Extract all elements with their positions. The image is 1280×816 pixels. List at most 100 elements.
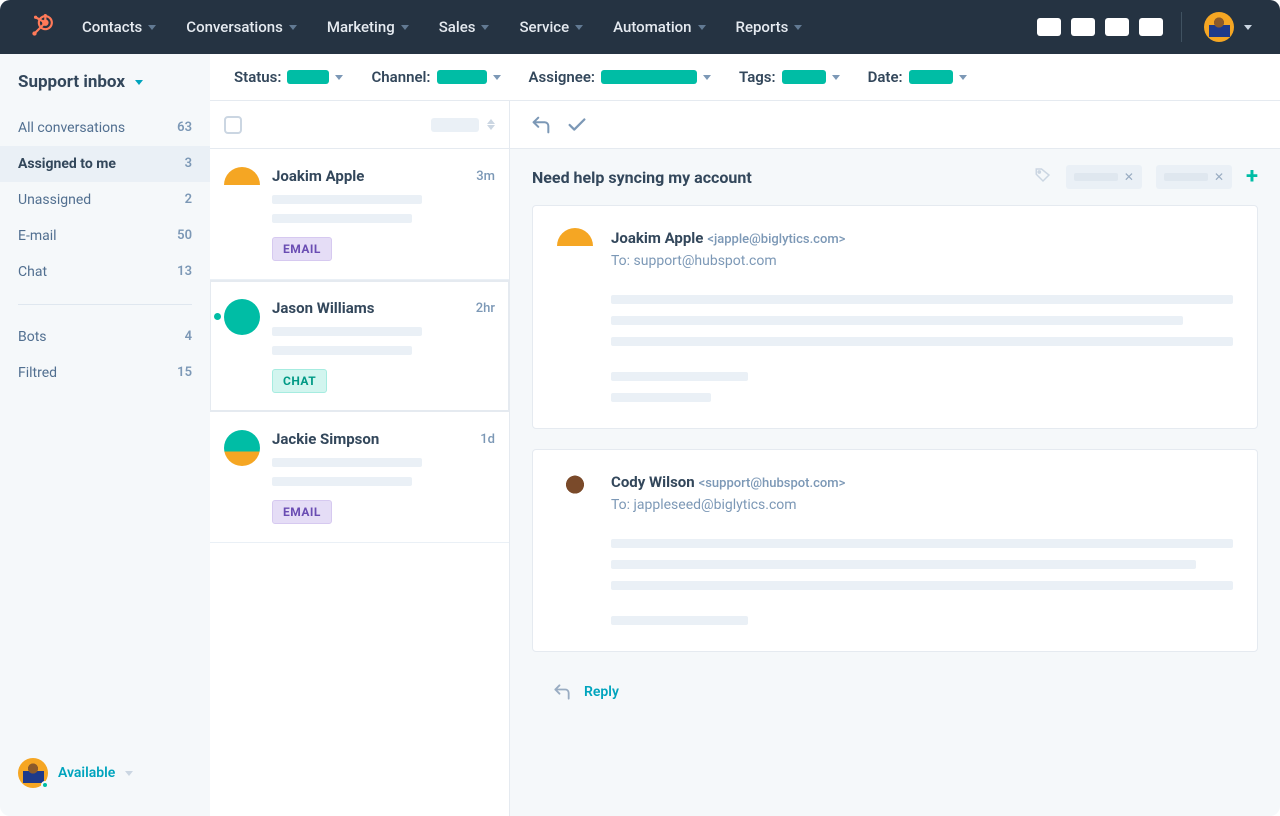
chevron-down-icon bbox=[575, 25, 583, 30]
select-all-checkbox[interactable] bbox=[224, 116, 242, 134]
conversation-item[interactable]: Joakim Apple3m EMAIL bbox=[210, 149, 509, 280]
reply-icon[interactable] bbox=[530, 114, 552, 136]
message-body-line bbox=[611, 581, 1233, 590]
sidebar-item-chat[interactable]: Chat13 bbox=[0, 254, 210, 290]
sidebar-item-label: All conversations bbox=[18, 120, 125, 136]
hubspot-logo[interactable] bbox=[28, 14, 54, 40]
conversation-time: 2hr bbox=[476, 301, 495, 316]
resolve-icon[interactable] bbox=[566, 114, 588, 136]
chevron-down-icon bbox=[289, 25, 297, 30]
nav-util-3[interactable] bbox=[1105, 18, 1129, 36]
sidebar: Support inbox All conversations 63 Assign… bbox=[0, 54, 210, 816]
nav-marketing[interactable]: Marketing bbox=[327, 18, 409, 36]
filter-tags[interactable]: Tags: bbox=[739, 68, 840, 86]
preview-line bbox=[272, 327, 422, 336]
filter-value bbox=[782, 70, 826, 84]
filter-label: Status: bbox=[234, 68, 281, 86]
preview-line bbox=[272, 346, 412, 355]
status-label: Available bbox=[58, 765, 115, 781]
filter-value bbox=[601, 70, 697, 84]
filter-assignee[interactable]: Assignee: bbox=[529, 68, 711, 86]
contact-name: Jackie Simpson bbox=[272, 430, 379, 448]
chevron-down-icon[interactable] bbox=[1244, 25, 1252, 30]
user-avatar[interactable] bbox=[1204, 12, 1234, 42]
filter-value bbox=[437, 70, 487, 84]
top-nav: Contacts Conversations Marketing Sales S… bbox=[0, 0, 1280, 54]
chevron-down-icon bbox=[481, 25, 489, 30]
nav-reports[interactable]: Reports bbox=[736, 18, 803, 36]
message-body-line bbox=[611, 560, 1196, 569]
sidebar-item-bots[interactable]: Bots4 bbox=[0, 319, 210, 355]
message-body-line bbox=[611, 316, 1183, 325]
filter-label: Date: bbox=[868, 68, 903, 86]
chevron-down-icon bbox=[335, 75, 343, 80]
conversation-item[interactable]: Jackie Simpson1d EMAIL bbox=[210, 412, 509, 543]
contact-avatar bbox=[224, 299, 260, 335]
unread-dot-icon bbox=[214, 313, 221, 320]
chevron-down-icon bbox=[832, 75, 840, 80]
sidebar-item-all[interactable]: All conversations 63 bbox=[0, 110, 210, 146]
chevron-down-icon bbox=[794, 25, 802, 30]
sidebar-item-label: Chat bbox=[18, 264, 47, 280]
message-body-line bbox=[611, 295, 1233, 304]
sidebar-item-email[interactable]: E-mail50 bbox=[0, 218, 210, 254]
preview-line bbox=[272, 477, 412, 486]
remove-tag-icon[interactable]: ✕ bbox=[1214, 170, 1224, 184]
channel-badge-email: EMAIL bbox=[272, 500, 332, 524]
nav-service[interactable]: Service bbox=[519, 18, 583, 36]
sidebar-title[interactable]: Support inbox bbox=[18, 72, 125, 92]
chevron-down-icon bbox=[493, 75, 501, 80]
filter-date[interactable]: Date: bbox=[868, 68, 967, 86]
sidebar-item-unassigned[interactable]: Unassigned2 bbox=[0, 182, 210, 218]
sidebar-item-count: 2 bbox=[185, 192, 192, 208]
tag-icon[interactable] bbox=[1034, 166, 1052, 188]
nav-automation[interactable]: Automation bbox=[613, 18, 705, 36]
sidebar-item-count: 15 bbox=[177, 365, 192, 381]
message-card: Cody Wilson <support@hubspot.com> To: ja… bbox=[532, 449, 1258, 652]
nav-sales[interactable]: Sales bbox=[439, 18, 490, 36]
sidebar-separator bbox=[18, 304, 192, 305]
preview-line bbox=[272, 214, 412, 223]
chevron-down-icon[interactable] bbox=[135, 80, 143, 85]
conversation-subject: Need help syncing my account bbox=[532, 168, 1020, 187]
contact-name: Jason Williams bbox=[272, 299, 374, 317]
nav-separator bbox=[1181, 12, 1182, 42]
filter-status[interactable]: Status: bbox=[234, 68, 343, 86]
tag-chip[interactable]: ✕ bbox=[1066, 165, 1142, 189]
conversation-list: Joakim Apple3m EMAIL Jason Williams 2hr bbox=[210, 101, 510, 816]
sidebar-item-filtered[interactable]: Filtred15 bbox=[0, 355, 210, 391]
sidebar-item-count: 63 bbox=[177, 120, 192, 136]
nav-label: Marketing bbox=[327, 18, 395, 36]
filter-value bbox=[287, 70, 329, 84]
message-to: To: jappleseed@biglytics.com bbox=[611, 497, 1233, 513]
conversation-item[interactable]: Jason Williams2hr CHAT bbox=[210, 280, 509, 412]
sort-toggle[interactable] bbox=[487, 119, 495, 130]
remove-tag-icon[interactable]: ✕ bbox=[1124, 170, 1134, 184]
message-body-line bbox=[611, 337, 1233, 346]
message-from-email: <support@hubspot.com> bbox=[699, 476, 846, 491]
nav-conversations[interactable]: Conversations bbox=[186, 18, 297, 36]
nav-util-2[interactable] bbox=[1071, 18, 1095, 36]
sender-avatar bbox=[557, 228, 593, 264]
sender-avatar bbox=[557, 472, 593, 508]
nav-label: Conversations bbox=[186, 18, 283, 36]
channel-badge-email: EMAIL bbox=[272, 237, 332, 261]
conversation-time: 3m bbox=[476, 169, 495, 184]
conversation-detail: Need help syncing my account ✕ ✕ + Joaki… bbox=[510, 101, 1280, 816]
chevron-down-icon bbox=[148, 25, 156, 30]
presence-status[interactable]: Available bbox=[0, 758, 210, 802]
filter-channel[interactable]: Channel: bbox=[371, 68, 500, 86]
sidebar-item-assigned[interactable]: Assigned to me3 bbox=[0, 146, 210, 182]
reply-icon[interactable] bbox=[552, 682, 572, 702]
sidebar-item-count: 4 bbox=[185, 329, 192, 345]
chevron-down-icon bbox=[703, 75, 711, 80]
status-dot-icon bbox=[41, 781, 49, 789]
contact-avatar bbox=[224, 167, 260, 203]
message-from: Joakim Apple bbox=[611, 229, 703, 247]
nav-util-1[interactable] bbox=[1037, 18, 1061, 36]
nav-util-4[interactable] bbox=[1139, 18, 1163, 36]
tag-chip[interactable]: ✕ bbox=[1156, 165, 1232, 189]
add-tag-button[interactable]: + bbox=[1246, 166, 1258, 188]
nav-contacts[interactable]: Contacts bbox=[82, 18, 156, 36]
reply-button[interactable]: Reply bbox=[584, 684, 619, 700]
